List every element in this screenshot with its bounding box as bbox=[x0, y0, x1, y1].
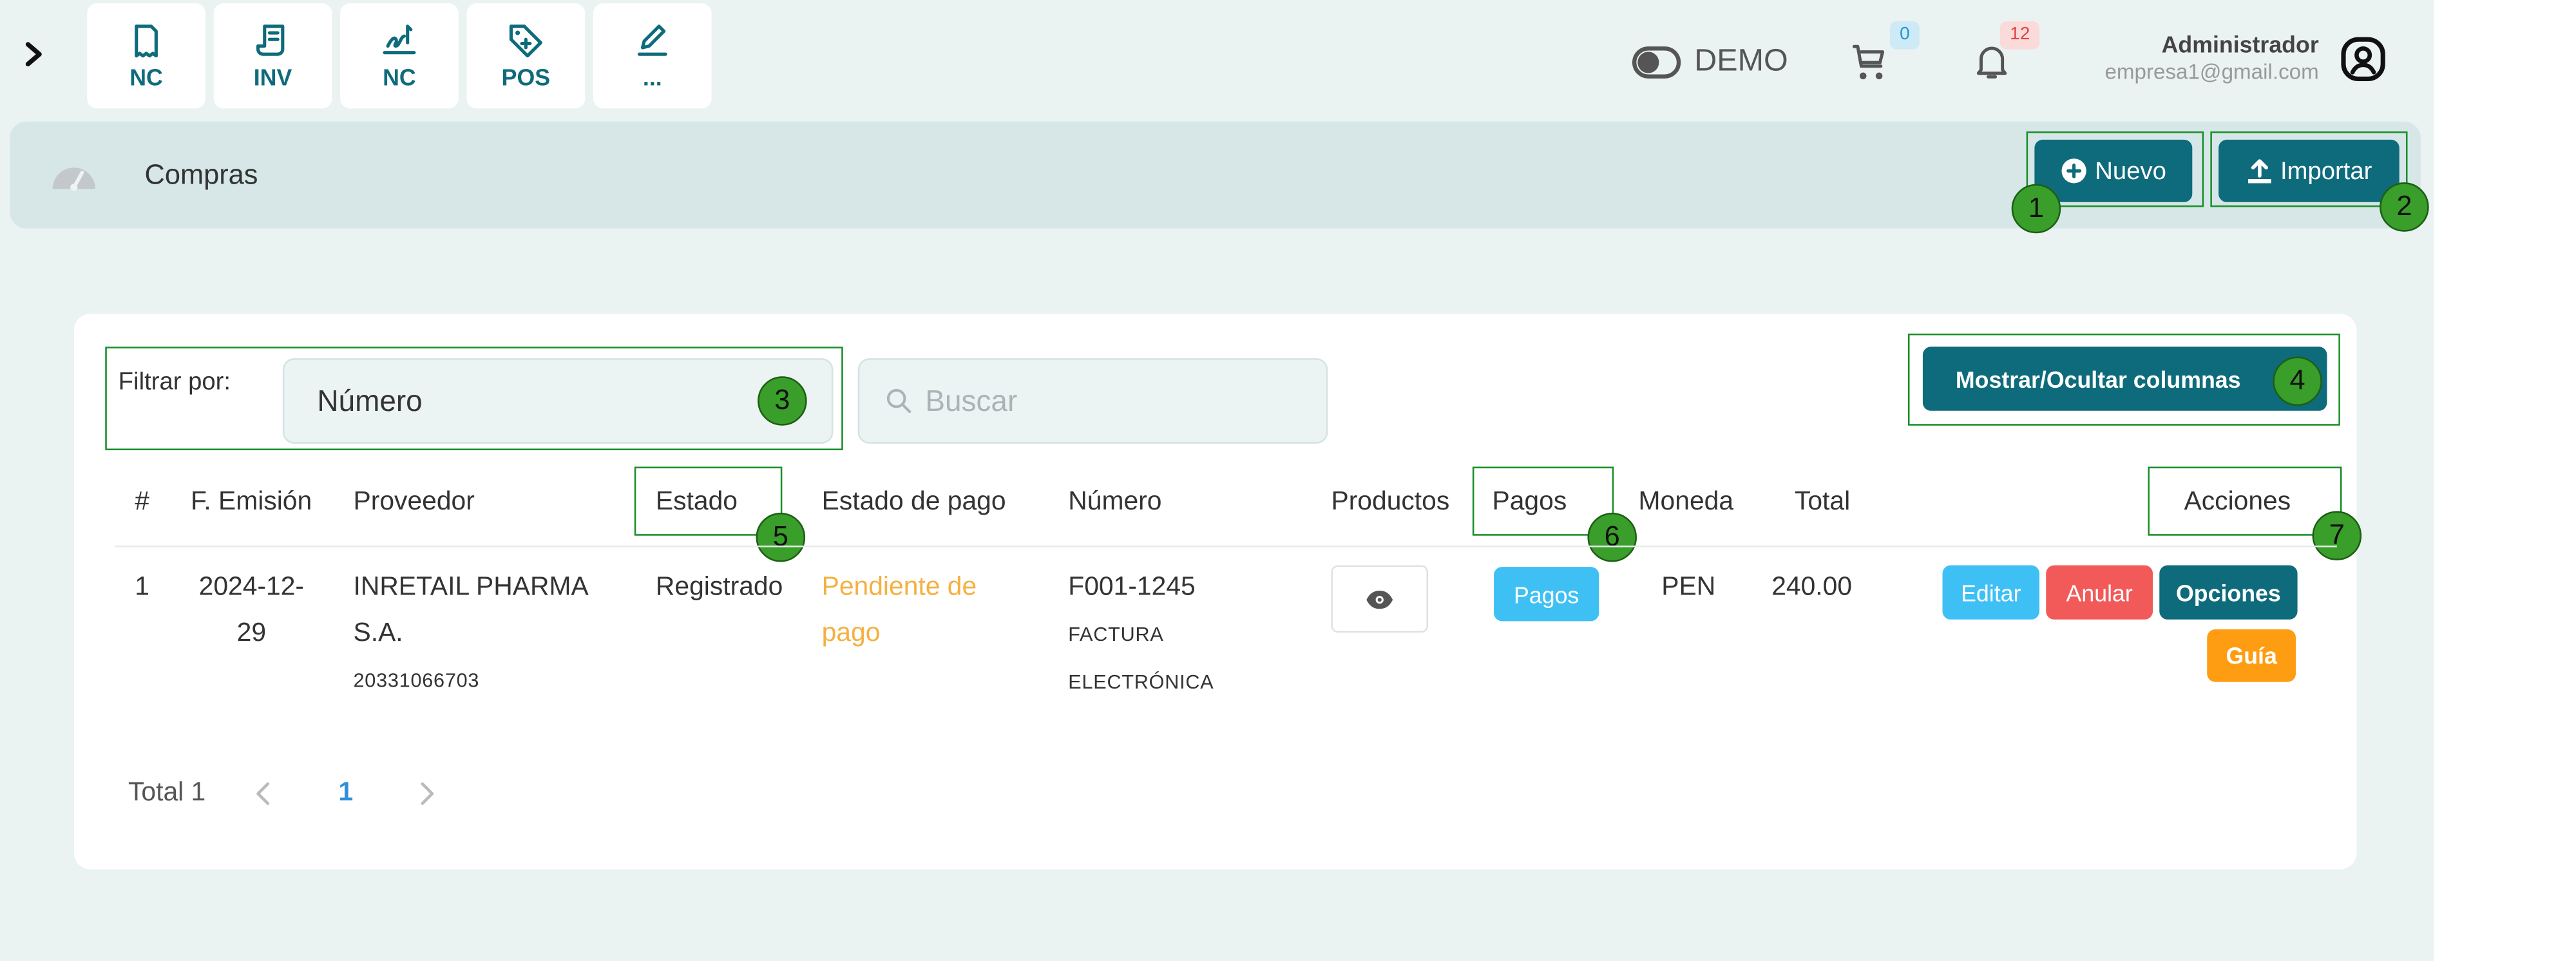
row-date: 2024-12- 29 bbox=[198, 573, 305, 648]
annotation-marker-5: 5 bbox=[756, 512, 806, 562]
user-name: Administrador bbox=[2161, 31, 2319, 58]
row-number: F001-1245 FACTURA ELECTRÓNICA bbox=[1068, 573, 1214, 694]
quick-button-pos[interactable]: POS bbox=[466, 3, 586, 109]
search-icon bbox=[886, 388, 911, 414]
column-header-currency[interactable]: Moneda bbox=[1639, 488, 1734, 518]
annotation-marker-4: 4 bbox=[2273, 356, 2322, 406]
chevron-left-icon bbox=[256, 782, 270, 805]
annotation-marker-6: 6 bbox=[1587, 512, 1637, 562]
row-supplier: INRETAIL PHARMA S.A. 20331066703 bbox=[354, 566, 633, 703]
user-circle-icon bbox=[2341, 37, 2385, 82]
view-products-button[interactable] bbox=[1331, 565, 1428, 633]
column-header-total[interactable]: Total bbox=[1795, 488, 1850, 518]
void-button[interactable]: Anular bbox=[2046, 565, 2153, 620]
new-button-label: Nuevo bbox=[2095, 157, 2166, 186]
cart-button[interactable] bbox=[1849, 39, 1894, 85]
pagination-prev-button[interactable] bbox=[253, 779, 276, 808]
invoice-icon bbox=[256, 24, 285, 56]
column-header-number[interactable]: Número bbox=[1068, 488, 1161, 518]
search-input[interactable]: Buscar bbox=[857, 358, 1328, 444]
column-header-payment-status[interactable]: Estado de pago bbox=[822, 488, 1006, 518]
guide-button[interactable]: Guía bbox=[2207, 629, 2296, 682]
table-header-divider bbox=[115, 545, 2337, 547]
options-button[interactable]: Opciones bbox=[2159, 565, 2298, 620]
column-header-index: # bbox=[135, 488, 149, 517]
demo-toggle[interactable]: DEMO bbox=[1632, 41, 1788, 84]
row-payment-status: Pendiente de pago bbox=[821, 573, 977, 648]
quick-button-label: NC bbox=[383, 64, 416, 91]
sidebar-expand-button[interactable] bbox=[17, 36, 53, 72]
toggle-columns-label: Mostrar/Ocultar columnas bbox=[1955, 365, 2241, 392]
filter-select[interactable]: Número bbox=[282, 358, 834, 444]
column-header-payments: Pagos bbox=[1492, 488, 1567, 517]
column-header-actions: Acciones bbox=[2184, 488, 2291, 517]
dashboard-icon bbox=[50, 156, 99, 195]
filter-label: Filtrar por: bbox=[118, 368, 231, 396]
receipt-icon bbox=[135, 24, 158, 58]
column-header-supplier[interactable]: Proveedor bbox=[354, 488, 475, 518]
row-supplier-ruc: 20331066703 bbox=[353, 669, 480, 692]
filter-select-value: Número bbox=[317, 383, 423, 417]
quick-button-more[interactable]: ... bbox=[593, 3, 712, 109]
right-margin bbox=[2434, 0, 2546, 961]
row-currency: PEN bbox=[1661, 573, 1716, 602]
user-info[interactable]: Administrador empresa1@gmail.com bbox=[2054, 30, 2319, 86]
quick-button-inv[interactable]: INV bbox=[213, 3, 332, 109]
pagination-next-button[interactable] bbox=[417, 779, 441, 808]
upload-icon bbox=[2247, 159, 2271, 184]
quick-button-nc-2[interactable]: NC bbox=[340, 3, 459, 109]
annotation-marker-3: 3 bbox=[758, 376, 807, 426]
toggle-icon bbox=[1632, 46, 1681, 79]
column-header-products: Productos bbox=[1331, 488, 1450, 517]
quick-button-label: ... bbox=[642, 64, 662, 91]
page-title: Compras bbox=[144, 159, 258, 191]
tag-icon bbox=[509, 24, 542, 58]
chevron-right-icon bbox=[25, 42, 42, 67]
chevron-right-icon bbox=[421, 782, 434, 805]
plus-circle-icon bbox=[2061, 158, 2086, 184]
demo-label: DEMO bbox=[1694, 44, 1788, 79]
annotation-marker-2: 2 bbox=[2380, 182, 2429, 232]
notifications-badge: 12 bbox=[1999, 21, 2040, 50]
payments-button[interactable]: Pagos bbox=[1494, 567, 1599, 622]
pencil-icon bbox=[637, 24, 667, 56]
toggle-columns-button[interactable]: Mostrar/Ocultar columnas bbox=[1922, 347, 2327, 411]
pagination-page-1[interactable]: 1 bbox=[339, 779, 354, 808]
annotation-marker-1: 1 bbox=[2011, 184, 2061, 234]
quick-button-nc[interactable]: NC bbox=[87, 3, 205, 109]
row-index: 1 bbox=[135, 573, 149, 602]
edit-button[interactable]: Editar bbox=[1942, 565, 2040, 620]
signature-icon bbox=[383, 24, 416, 55]
annotation-marker-7: 7 bbox=[2312, 511, 2362, 560]
pagination-total: Total 1 bbox=[128, 779, 206, 807]
import-button-label: Importar bbox=[2280, 157, 2372, 186]
import-button[interactable]: Importar bbox=[2218, 139, 2399, 202]
row-total: 240.00 bbox=[1771, 573, 1853, 602]
user-avatar[interactable] bbox=[2338, 35, 2388, 84]
quick-button-label: INV bbox=[253, 64, 292, 91]
cart-badge: 0 bbox=[1889, 21, 1920, 50]
quick-button-label: NC bbox=[129, 64, 163, 91]
quick-button-label: POS bbox=[501, 64, 551, 91]
search-placeholder: Buscar bbox=[925, 383, 1018, 417]
row-status: Registrado bbox=[655, 573, 783, 602]
new-button[interactable]: Nuevo bbox=[2034, 139, 2193, 202]
column-header-date[interactable]: F. Emisión bbox=[191, 488, 312, 518]
eye-icon bbox=[1366, 589, 1393, 608]
user-email: empresa1@gmail.com bbox=[2104, 59, 2319, 84]
column-header-status[interactable]: Estado bbox=[656, 488, 738, 518]
cart-icon bbox=[1852, 44, 1885, 80]
